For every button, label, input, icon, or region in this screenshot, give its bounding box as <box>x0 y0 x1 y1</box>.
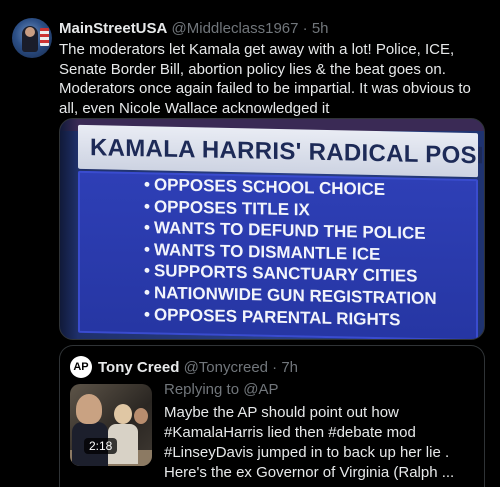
quoted-tweet[interactable]: AP Tony Creed @Tonycreed · 7h 2:18 Reply… <box>59 345 485 487</box>
quoted-text-line: Maybe the AP should point out how <box>164 404 399 421</box>
thumb-person-head <box>114 404 132 424</box>
video-thumbnail[interactable]: 2:18 <box>70 384 152 466</box>
tweet-image[interactable]: KAMALA HARRIS' RADICAL POSITIONS Opposes… <box>59 118 485 340</box>
quoted-handle-and-time[interactable]: @Tonycreed · 7h <box>184 359 298 376</box>
quoted-text-line: Here's the ex Governor of Virginia (Ralp… <box>164 464 455 481</box>
avatar[interactable] <box>12 18 52 58</box>
thumb-person-head <box>134 408 148 424</box>
tweet-header: MainStreetUSA @Middleclass1967 · 5h <box>59 20 329 38</box>
replying-to[interactable]: Replying to @AP <box>164 381 278 398</box>
quoted-text-line: #KamalaHarris lied then #debate mod <box>164 424 416 441</box>
positions-list: Opposes school choice Opposes Title IX W… <box>144 174 437 331</box>
flag-icon <box>40 28 49 46</box>
quoted-display-name[interactable]: Tony Creed <box>98 359 179 376</box>
avatar-face <box>25 27 35 37</box>
video-duration: 2:18 <box>84 438 118 454</box>
tweet[interactable]: MainStreetUSA @Middleclass1967 · 5h The … <box>0 0 500 487</box>
thumb-person-head <box>76 394 102 424</box>
image-edge-shadow <box>60 119 78 339</box>
ap-logo-icon[interactable]: AP <box>70 356 92 378</box>
handle-and-time[interactable]: @Middleclass1967 · 5h <box>172 20 329 37</box>
tweet-text: The moderators let Kamala get away with … <box>59 41 471 117</box>
quoted-tweet-header: Tony Creed @Tonycreed · 7h <box>98 359 298 377</box>
display-name[interactable]: MainStreetUSA <box>59 20 167 37</box>
quoted-text-line: #LinseyDavis jumped in to back up her li… <box>164 444 450 461</box>
quoted-tweet-text: Maybe the AP should point out how #Kamal… <box>164 403 476 483</box>
